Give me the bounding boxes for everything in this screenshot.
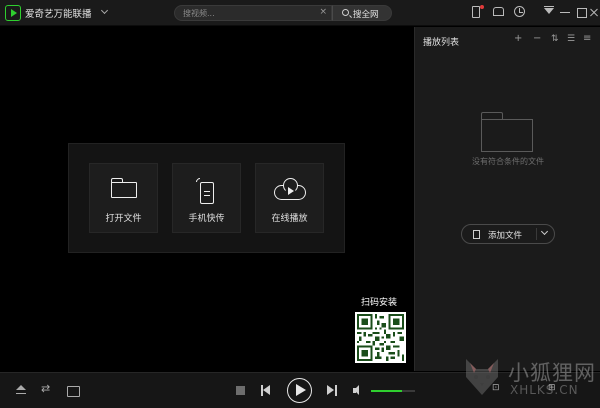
- stop-button[interactable]: [236, 386, 245, 395]
- eject-icon[interactable]: [15, 385, 27, 397]
- title-bar: 爱奇艺万能联播 × 搜全网: [0, 0, 600, 26]
- online-play-label: 在线播放: [271, 214, 308, 224]
- list-view-icon[interactable]: ☰: [567, 34, 575, 44]
- phone-transfer-button[interactable]: 手机快传: [172, 163, 241, 233]
- empty-folder-icon: [481, 112, 533, 152]
- skin-icon[interactable]: [492, 5, 506, 19]
- search-button-label: 搜全网: [353, 10, 379, 20]
- volume-slider[interactable]: [371, 390, 415, 392]
- playlist-panel: 播放列表 + − ⇅ ☰ ≡ 没有符合条件的文件 添加文件: [414, 27, 600, 371]
- clear-icon[interactable]: ×: [319, 7, 327, 17]
- add-file-button[interactable]: 添加文件: [461, 224, 555, 244]
- watermark-en-text: XHLKS.CN: [510, 383, 579, 397]
- next-button[interactable]: [327, 385, 339, 397]
- folder-icon: [110, 178, 137, 198]
- qr-code-image: [357, 314, 404, 361]
- remove-icon[interactable]: −: [533, 33, 541, 44]
- menu-icon[interactable]: [542, 5, 556, 19]
- subtitle-icon[interactable]: [67, 385, 80, 397]
- qr-code: [355, 312, 406, 363]
- app-logo-icon: [5, 5, 21, 21]
- history-icon[interactable]: [513, 5, 527, 19]
- search-input[interactable]: [183, 7, 313, 19]
- quick-actions-panel: 打开文件 手机快传 在线播放: [68, 143, 345, 253]
- video-area[interactable]: 打开文件 手机快传 在线播放 扫码安装: [0, 27, 413, 371]
- volume-level: [371, 390, 402, 392]
- app-title: 爱奇艺万能联播: [25, 9, 92, 20]
- empty-playlist-text: 没有符合条件的文件: [472, 157, 544, 166]
- play-button[interactable]: [287, 378, 312, 403]
- add-icon[interactable]: +: [514, 33, 522, 44]
- search-all-button[interactable]: 搜全网: [332, 5, 392, 21]
- cloud-play-icon: [273, 178, 306, 200]
- playlist-title: 播放列表: [423, 38, 460, 48]
- volume-icon[interactable]: [353, 385, 365, 397]
- phone-transfer-label: 手机快传: [188, 214, 225, 224]
- add-file-label: 添加文件: [488, 231, 523, 241]
- watermark: 小狐狸网 XHLKS.CN: [462, 355, 600, 405]
- close-icon[interactable]: [589, 5, 599, 19]
- search-box: ×: [174, 5, 332, 21]
- chevron-down-icon[interactable]: [100, 6, 109, 15]
- maximize-icon[interactable]: [574, 5, 588, 19]
- minimize-icon[interactable]: [558, 5, 572, 19]
- sort-icon[interactable]: ⇅: [551, 34, 559, 44]
- chevron-down-icon[interactable]: [540, 227, 549, 236]
- phone-icon[interactable]: [470, 5, 484, 19]
- open-file-label: 打开文件: [105, 214, 142, 224]
- online-play-button[interactable]: 在线播放: [255, 163, 324, 233]
- phone-transfer-icon: [193, 176, 218, 204]
- divider: [536, 228, 537, 240]
- document-icon: [473, 230, 480, 239]
- qr-install-label: 扫码安装: [361, 298, 398, 308]
- search-icon: [342, 9, 349, 16]
- loop-icon[interactable]: ⇄: [41, 382, 53, 395]
- more-icon[interactable]: ≡: [583, 33, 591, 44]
- open-file-button[interactable]: 打开文件: [89, 163, 158, 233]
- fox-logo: [466, 359, 498, 395]
- previous-button[interactable]: [261, 385, 273, 397]
